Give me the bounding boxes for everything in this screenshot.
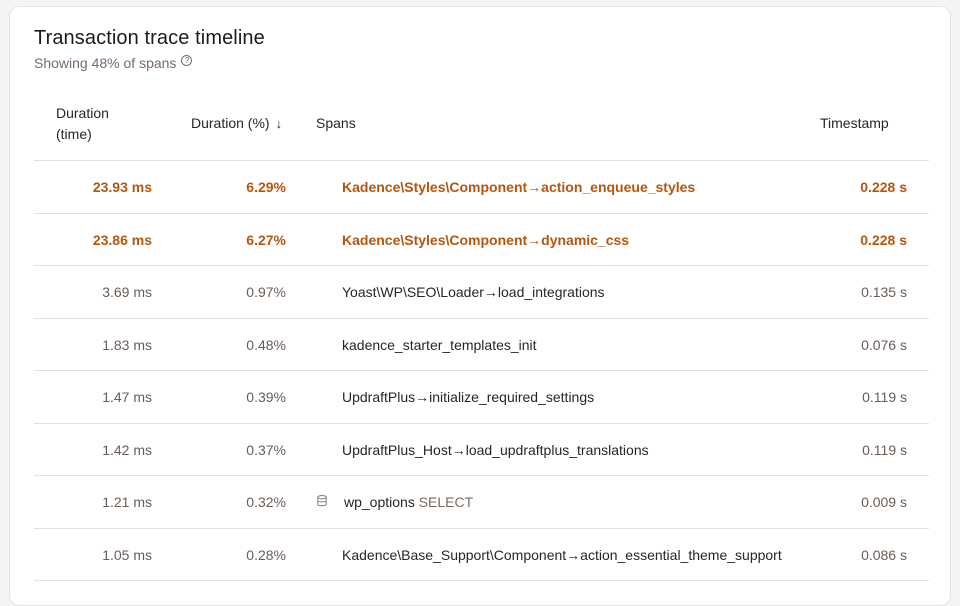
table-row[interactable]: 1.05 ms 0.28% Kadence\Base_Support\Compone…: [34, 529, 929, 581]
row-duration-pct: 0.28%: [246, 546, 286, 563]
row-duration-pct: 0.48%: [246, 336, 286, 353]
row-duration-pct: 0.37%: [246, 441, 286, 458]
help-icon[interactable]: ?: [181, 54, 193, 66]
row-timestamp: 0.119 s: [862, 441, 907, 458]
row-span: Kadence\Styles\Component→action_enqueue_…: [342, 179, 696, 195]
row-duration-pct: 6.27%: [246, 231, 286, 248]
row-span: Yoast\WP\SEO\Loader→load_integrations: [342, 284, 605, 300]
row-duration: 23.93 ms: [92, 179, 152, 195]
trace-timeline-card: Transaction trace timeline Showing 48% o…: [9, 6, 951, 606]
column-timestamp[interactable]: Timestamp: [820, 113, 889, 134]
row-span: Kadence\Base_Support\Component→action_es…: [342, 546, 782, 563]
table-row[interactable]: 3.69 ms 0.97% Yoast\WP\SEO\Loader→load_int…: [34, 266, 929, 319]
column-duration-time[interactable]: Duration (time): [56, 103, 136, 145]
table-row[interactable]: 1.21 ms 0.32% wp_options SELECT 0.009 s: [34, 476, 929, 529]
spans-table: Duration (time) Duration (%) ↓ Spans Tim…: [34, 95, 929, 581]
row-duration: 3.69 ms: [102, 284, 152, 300]
row-duration: 1.42 ms: [102, 441, 152, 458]
row-timestamp: 0.135 s: [861, 284, 907, 300]
row-timestamp: 0.228 s: [860, 179, 907, 195]
row-duration-pct: 6.29%: [246, 179, 286, 195]
row-timestamp: 0.119 s: [862, 389, 907, 405]
spans-summary: Showing 48% of spans ?: [34, 54, 193, 71]
column-duration-pct[interactable]: Duration (%) ↓: [191, 113, 282, 134]
row-span: kadence_starter_templates_init: [342, 336, 537, 353]
row-timestamp: 0.228 s: [860, 231, 907, 248]
row-timestamp: 0.076 s: [861, 336, 907, 353]
column-duration-pct-label: Duration (%): [191, 115, 270, 131]
row-duration: 1.47 ms: [102, 389, 152, 405]
row-duration: 23.86 ms: [92, 231, 152, 248]
table-row[interactable]: 23.86 ms 6.27% Kadence\Styles\Component→dy…: [34, 214, 929, 266]
row-span: wp_options SELECT: [344, 476, 473, 528]
row-duration: 1.83 ms: [102, 336, 152, 353]
row-duration: 1.21 ms: [102, 494, 152, 510]
spans-summary-text: Showing 48% of spans: [34, 55, 177, 71]
row-duration-pct: 0.32%: [246, 494, 286, 510]
table-row[interactable]: 1.47 ms 0.39% UpdraftPlus→initialize_requi…: [34, 371, 929, 424]
column-spans[interactable]: Spans: [316, 113, 356, 134]
row-span-operation: SELECT: [418, 494, 474, 510]
row-duration: 1.05 ms: [102, 546, 152, 563]
row-span-name: wp_options: [344, 494, 415, 510]
sort-arrow-down-icon: ↓: [275, 116, 283, 131]
page-title: Transaction trace timeline: [34, 27, 265, 49]
table-row[interactable]: 23.93 ms 6.29% Kadence\Styles\Component→ac…: [34, 161, 929, 214]
table-row[interactable]: 1.42 ms 0.37% UpdraftPlus_Host→load_updraf…: [34, 424, 929, 476]
row-timestamp: 0.086 s: [861, 546, 907, 563]
table-header: Duration (time) Duration (%) ↓ Spans Tim…: [34, 95, 929, 161]
row-span: UpdraftPlus→initialize_required_settings: [342, 389, 595, 405]
row-span: UpdraftPlus_Host→load_updraftplus_transl…: [342, 441, 649, 458]
row-duration-pct: 0.39%: [246, 389, 286, 405]
table-row[interactable]: 1.83 ms 0.48% kadence_starter_templates_in…: [34, 319, 929, 371]
row-duration-pct: 0.97%: [246, 284, 286, 300]
row-timestamp: 0.009 s: [861, 494, 907, 510]
database-icon: [317, 495, 327, 507]
row-span: Kadence\Styles\Component→dynamic_css: [342, 231, 630, 248]
table-body: 23.93 ms 6.29% Kadence\Styles\Component→ac…: [34, 161, 929, 581]
